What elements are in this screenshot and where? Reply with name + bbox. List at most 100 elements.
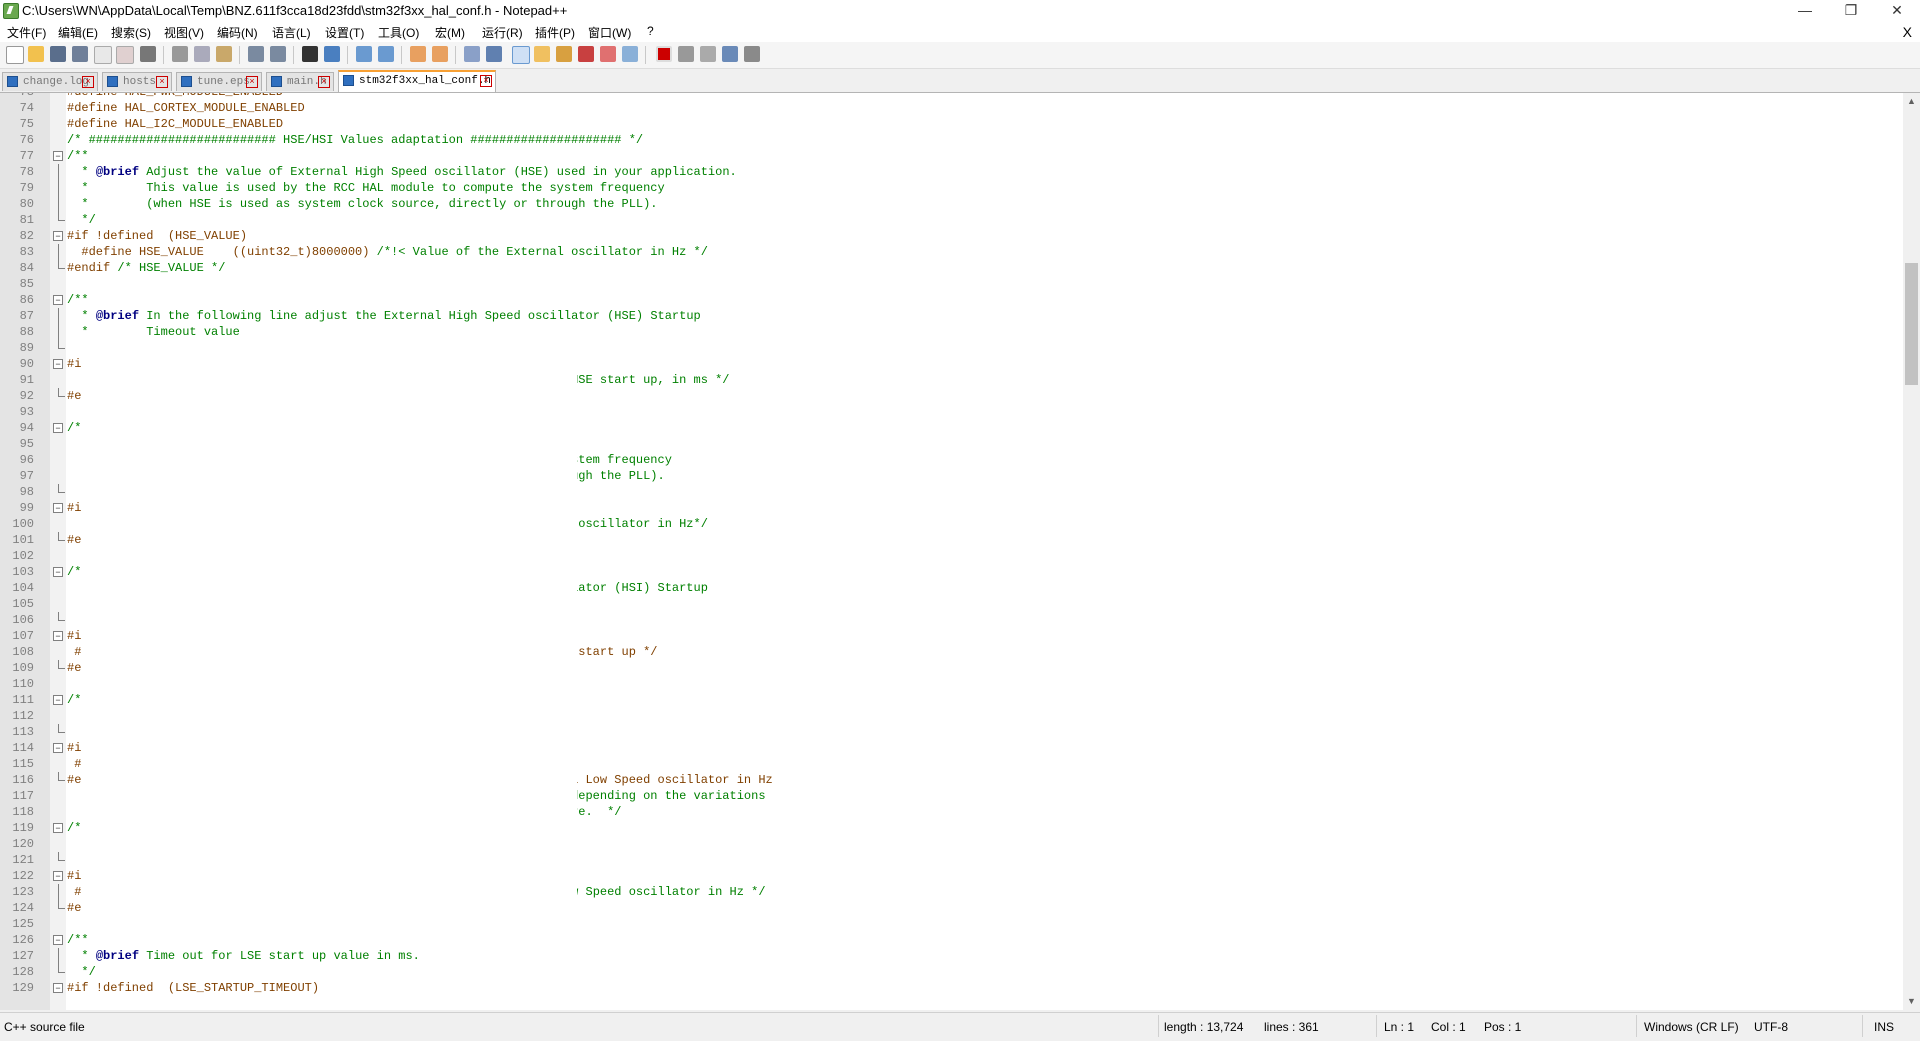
code-line[interactable]: 82 − #if !defined (HSE_VALUE) bbox=[0, 228, 1903, 244]
tab-tune-eps[interactable]: tune.eps × bbox=[176, 72, 262, 91]
copy-icon[interactable] bbox=[194, 46, 210, 62]
menu-run[interactable]: 运行(R) bbox=[482, 24, 523, 41]
close-file-icon[interactable] bbox=[94, 46, 112, 64]
zoom-out-icon[interactable] bbox=[378, 46, 394, 62]
indent-guide-icon[interactable] bbox=[512, 46, 530, 64]
code-line[interactable]: 73 #define HAL_PWR_MODULE_ENABLED bbox=[0, 93, 1903, 100]
menu-view[interactable]: 视图(V) bbox=[164, 24, 204, 41]
save-macro-icon[interactable] bbox=[744, 46, 760, 62]
tab-close-icon[interactable]: × bbox=[480, 75, 492, 87]
eye-icon[interactable] bbox=[622, 46, 638, 62]
code-line[interactable]: 87 * @brief In the following line adjust… bbox=[0, 308, 1903, 324]
code-line[interactable]: 85 bbox=[0, 276, 1903, 292]
function-list-icon[interactable] bbox=[556, 46, 572, 62]
tab-close-icon[interactable]: × bbox=[318, 76, 330, 88]
fold-toggle-icon[interactable]: − bbox=[53, 871, 63, 881]
code-line[interactable]: 84 #endif /* HSE_VALUE */ bbox=[0, 260, 1903, 276]
menu-macro[interactable]: 宏(M) bbox=[435, 24, 465, 41]
print-icon[interactable] bbox=[140, 46, 156, 62]
code-line[interactable]: 74 #define HAL_CORTEX_MODULE_ENABLED bbox=[0, 100, 1903, 116]
save-icon[interactable] bbox=[50, 46, 66, 62]
fold-toggle-icon[interactable]: − bbox=[53, 359, 63, 369]
play-macro-icon[interactable] bbox=[700, 46, 716, 62]
fold-toggle-icon[interactable]: − bbox=[53, 151, 63, 161]
fold-toggle-icon[interactable]: − bbox=[53, 503, 63, 513]
menu-encoding[interactable]: 编码(N) bbox=[217, 24, 258, 41]
tab-main-h[interactable]: main.h × bbox=[266, 72, 334, 91]
new-file-icon[interactable] bbox=[6, 46, 24, 64]
tab-change-log[interactable]: change.log × bbox=[2, 72, 98, 91]
code-line[interactable]: 81 */ bbox=[0, 212, 1903, 228]
tab-stm32f3xx-hal-conf-h[interactable]: stm32f3xx_hal_conf.h × bbox=[338, 70, 496, 92]
zoom-in-icon[interactable] bbox=[356, 46, 372, 62]
status-encoding[interactable]: UTF-8 bbox=[1754, 1020, 1788, 1034]
tab-hosts[interactable]: hosts × bbox=[102, 72, 172, 91]
paste-icon[interactable] bbox=[216, 46, 232, 62]
menu-tools[interactable]: 工具(O) bbox=[378, 24, 419, 41]
code-line[interactable]: 127 * @brief Time out for LSE start up v… bbox=[0, 948, 1903, 964]
sync-vertical-icon[interactable] bbox=[410, 46, 426, 62]
menu-language[interactable]: 语言(L) bbox=[272, 24, 311, 41]
tab-close-icon[interactable]: × bbox=[156, 76, 168, 88]
code-line[interactable]: 79 * This value is used by the RCC HAL m… bbox=[0, 180, 1903, 196]
code-line[interactable]: 126 −/** bbox=[0, 932, 1903, 948]
scroll-down-arrow-icon[interactable]: ▼ bbox=[1903, 993, 1920, 1010]
fold-toggle-icon[interactable]: − bbox=[53, 631, 63, 641]
menu-plugins[interactable]: 插件(P) bbox=[535, 24, 575, 41]
record-macro-icon[interactable] bbox=[656, 46, 672, 62]
menu-search[interactable]: 搜索(S) bbox=[111, 24, 151, 41]
minimize-button[interactable]: — bbox=[1782, 0, 1828, 22]
fold-toggle-icon[interactable]: − bbox=[53, 935, 63, 945]
scroll-up-arrow-icon[interactable]: ▲ bbox=[1903, 93, 1920, 110]
cut-icon[interactable] bbox=[172, 46, 188, 62]
find-icon[interactable] bbox=[302, 46, 318, 62]
tab-close-icon[interactable]: × bbox=[246, 76, 258, 88]
close-all-icon[interactable] bbox=[116, 46, 134, 64]
menu-settings[interactable]: 设置(T) bbox=[325, 24, 364, 41]
fold-toggle-icon[interactable]: − bbox=[53, 231, 63, 241]
stop-macro-icon[interactable] bbox=[678, 46, 694, 62]
fold-toggle-icon[interactable]: − bbox=[53, 743, 63, 753]
scrollbar-thumb[interactable] bbox=[1905, 263, 1918, 385]
replace-icon[interactable] bbox=[324, 46, 340, 62]
fold-toggle-icon[interactable]: − bbox=[53, 295, 63, 305]
status-insert-mode[interactable]: INS bbox=[1874, 1020, 1894, 1034]
document-map-icon[interactable] bbox=[534, 46, 550, 62]
sync-horizontal-icon[interactable] bbox=[432, 46, 448, 62]
tab-close-icon[interactable]: × bbox=[82, 76, 94, 88]
code-line[interactable]: 78 * @brief Adjust the value of External… bbox=[0, 164, 1903, 180]
code-editor[interactable]: 73 #define HAL_PWR_MODULE_ENABLED 74 #defin… bbox=[0, 93, 1903, 1010]
code-line[interactable]: 86 −/** bbox=[0, 292, 1903, 308]
code-line[interactable]: 77 −/** bbox=[0, 148, 1903, 164]
close-window-button[interactable]: ✕ bbox=[1874, 0, 1920, 22]
monitoring-icon[interactable] bbox=[600, 46, 616, 62]
fold-toggle-icon[interactable]: − bbox=[53, 423, 63, 433]
menu-edit[interactable]: 编辑(E) bbox=[58, 24, 98, 41]
folder-as-workspace-icon[interactable] bbox=[578, 46, 594, 62]
close-document-button[interactable]: X bbox=[1903, 24, 1912, 40]
open-file-icon[interactable] bbox=[28, 46, 44, 62]
fold-toggle-icon[interactable]: − bbox=[53, 823, 63, 833]
status-eol-format[interactable]: Windows (CR LF) bbox=[1644, 1020, 1739, 1034]
fold-toggle-icon[interactable]: − bbox=[53, 695, 63, 705]
undo-icon[interactable] bbox=[248, 46, 264, 62]
menu-window[interactable]: 窗口(W) bbox=[588, 24, 631, 41]
word-wrap-icon[interactable] bbox=[464, 46, 480, 62]
menu-file[interactable]: 文件(F) bbox=[7, 24, 46, 41]
code-line[interactable]: 80 * (when HSE is used as system clock s… bbox=[0, 196, 1903, 212]
fold-toggle-icon[interactable]: − bbox=[53, 567, 63, 577]
restore-button[interactable]: ❐ bbox=[1828, 0, 1874, 22]
code-line[interactable]: 88 * Timeout value bbox=[0, 324, 1903, 340]
notepadpp-app-icon[interactable] bbox=[3, 3, 19, 19]
show-all-characters-icon[interactable] bbox=[486, 46, 502, 62]
fold-toggle-icon[interactable]: − bbox=[53, 983, 63, 993]
code-line[interactable]: 129 − #if !defined (LSE_STARTUP_TIMEOUT) bbox=[0, 980, 1903, 996]
vertical-scrollbar[interactable]: ▲ ▼ bbox=[1903, 93, 1920, 1010]
code-line[interactable]: 128 */ bbox=[0, 964, 1903, 980]
run-macro-multiple-icon[interactable] bbox=[722, 46, 738, 62]
code-line[interactable]: 75 #define HAL_I2C_MODULE_ENABLED bbox=[0, 116, 1903, 132]
save-all-icon[interactable] bbox=[72, 46, 88, 62]
menu-help[interactable]: ? bbox=[647, 24, 654, 38]
code-line[interactable]: 83 #define HSE_VALUE ((uint32_t)8000000)… bbox=[0, 244, 1903, 260]
code-line[interactable]: 76 /* ########################## HSE/HSI … bbox=[0, 132, 1903, 148]
